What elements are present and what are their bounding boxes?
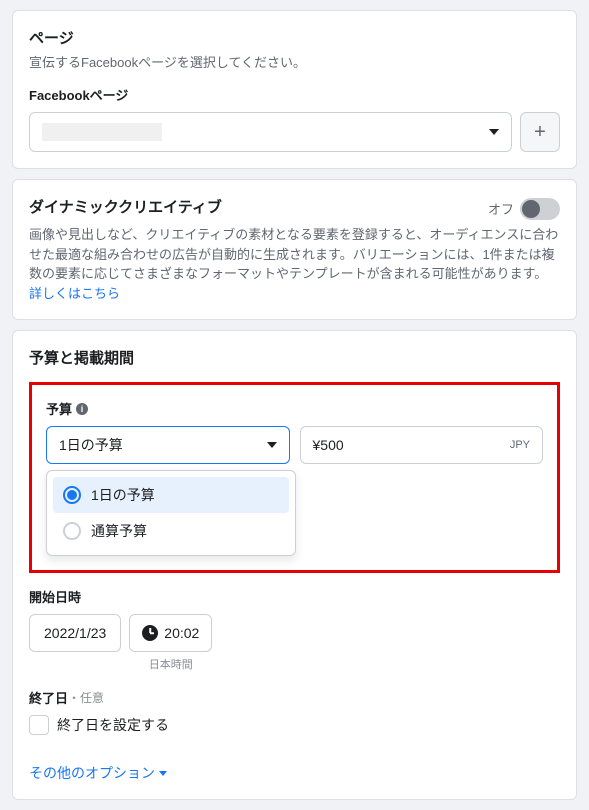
set-end-date-label: 終了日を設定する	[57, 715, 169, 735]
budget-option-lifetime[interactable]: 通算予算	[53, 513, 289, 549]
budget-currency: JPY	[510, 439, 530, 451]
start-datetime-label: 開始日時	[29, 587, 560, 606]
page-select-row: +	[29, 112, 560, 152]
budget-option-label: 通算予算	[91, 521, 147, 541]
budget-type-dropdown-menu: 1日の予算 通算予算	[46, 470, 296, 556]
budget-row: 1日の予算 ¥500 JPY	[46, 426, 543, 464]
dynamic-creative-card: ダイナミッククリエイティブ オフ 画像や見出しなど、クリエイティブの素材となる要…	[12, 179, 577, 320]
info-icon[interactable]: i	[76, 403, 88, 415]
page-section-description: 宣伝するFacebookページを選択してください。	[29, 52, 560, 71]
page-select-placeholder	[42, 123, 162, 141]
dynamic-creative-toggle[interactable]	[520, 198, 560, 220]
budget-amount-input[interactable]: ¥500 JPY	[300, 426, 544, 464]
budget-highlight-box: 予算 i 1日の予算 ¥500 JPY 1日の予算 通算予算	[29, 382, 560, 573]
other-options-toggle[interactable]: その他のオプション	[29, 763, 560, 783]
page-section-title: ページ	[29, 27, 560, 48]
dynamic-creative-title: ダイナミッククリエイティブ	[29, 196, 222, 217]
budget-schedule-title: 予算と掲載期間	[29, 347, 560, 368]
chevron-down-icon	[489, 129, 499, 135]
page-section-card: ページ 宣伝するFacebookページを選択してください。 Facebookペー…	[12, 10, 577, 169]
timezone-label: 日本時間	[149, 656, 193, 672]
radio-icon	[63, 522, 81, 540]
budget-type-dropdown[interactable]: 1日の予算	[46, 426, 290, 464]
set-end-date-checkbox[interactable]	[29, 715, 49, 735]
budget-option-label: 1日の予算	[91, 485, 155, 505]
time-column: 20:02 日本時間	[129, 614, 212, 672]
budget-type-selected: 1日の予算	[59, 435, 123, 455]
clock-icon	[142, 625, 158, 641]
start-time-input[interactable]: 20:02	[129, 614, 212, 652]
facebook-page-dropdown[interactable]	[29, 112, 512, 152]
budget-amount-value: ¥500	[313, 437, 344, 453]
chevron-down-icon	[159, 771, 167, 776]
dynamic-creative-header: ダイナミッククリエイティブ オフ	[29, 196, 560, 221]
dynamic-desc-text: 画像や見出しなど、クリエイティブの素材となる要素を登録すると、オーディエンスに合…	[29, 227, 558, 281]
other-options-label: その他のオプション	[29, 763, 155, 783]
dynamic-creative-description: 画像や見出しなど、クリエイティブの素材となる要素を登録すると、オーディエンスに合…	[29, 225, 560, 303]
budget-option-daily[interactable]: 1日の予算	[53, 477, 289, 513]
budget-label: 予算 i	[46, 399, 543, 418]
learn-more-link[interactable]: 詳しくはこちら	[29, 286, 120, 301]
chevron-down-icon	[267, 442, 277, 448]
toggle-knob	[522, 200, 540, 218]
start-time-value: 20:02	[164, 625, 199, 641]
facebook-page-label: Facebookページ	[29, 85, 560, 104]
start-date-input[interactable]: 2022/1/23	[29, 614, 121, 652]
dynamic-creative-toggle-wrap: オフ	[488, 198, 560, 220]
budget-label-text: 予算	[46, 399, 72, 418]
start-datetime-row: 2022/1/23 20:02 日本時間	[29, 614, 560, 672]
toggle-state-label: オフ	[488, 199, 514, 218]
radio-icon	[63, 486, 81, 504]
set-end-date-row: 終了日を設定する	[29, 715, 560, 735]
add-page-button[interactable]: +	[520, 112, 560, 152]
budget-schedule-card: 予算と掲載期間 予算 i 1日の予算 ¥500 JPY 1日の予算 通算予算	[12, 330, 577, 800]
start-date-value: 2022/1/23	[44, 625, 106, 641]
